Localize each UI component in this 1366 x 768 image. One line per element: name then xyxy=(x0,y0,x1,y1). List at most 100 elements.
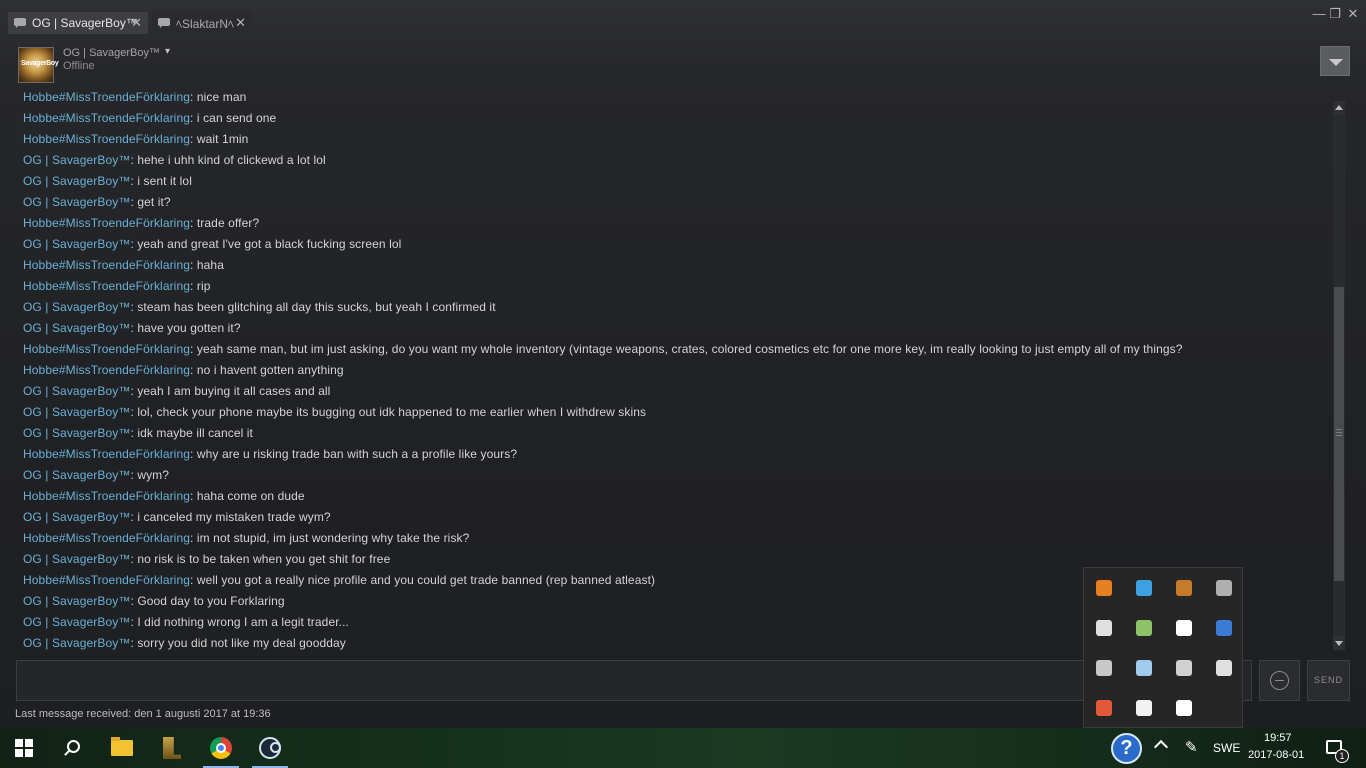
message-sender[interactable]: OG | SavagerBoy™ xyxy=(23,426,130,440)
message-sender[interactable]: OG | SavagerBoy™ xyxy=(23,237,130,251)
message-text: wait 1min xyxy=(196,132,249,146)
chat-message: Hobbe#MissTroendeFörklaring: haha xyxy=(23,255,224,276)
sender-separator: : xyxy=(190,531,197,545)
volume-icon-glyph xyxy=(1176,620,1192,636)
emoticon-button[interactable] xyxy=(1259,660,1300,701)
chrome-taskbar-button[interactable] xyxy=(197,728,245,768)
windows-ink-pen-icon[interactable]: ✎ xyxy=(1185,740,1198,756)
start-button[interactable] xyxy=(0,728,48,768)
steam-tray-icon[interactable] xyxy=(1124,648,1164,688)
chat-scrollbar[interactable] xyxy=(1333,101,1345,650)
message-text: no i havent gotten anything xyxy=(196,363,344,377)
message-text: haha xyxy=(196,258,224,272)
message-input[interactable] xyxy=(16,660,1252,701)
battery-icon[interactable] xyxy=(1084,608,1124,648)
message-sender[interactable]: OG | SavagerBoy™ xyxy=(23,636,130,650)
clock-date[interactable]: 2017-08-01 xyxy=(1248,749,1304,761)
message-sender[interactable]: Hobbe#MissTroendeFörklaring xyxy=(23,132,190,146)
message-sender[interactable]: OG | SavagerBoy™ xyxy=(23,321,130,335)
bluetooth-icon[interactable] xyxy=(1204,608,1244,648)
message-sender[interactable]: OG | SavagerBoy™ xyxy=(23,552,130,566)
message-sender[interactable]: Hobbe#MissTroendeFörklaring xyxy=(23,531,190,545)
chat-message: OG | SavagerBoy™: steam has been glitchi… xyxy=(23,297,496,318)
windows-logo-icon xyxy=(15,739,33,757)
sender-separator: : xyxy=(190,90,197,104)
chat-message: Hobbe#MissTroendeFörklaring: i can send … xyxy=(23,108,276,129)
chat-options-dropdown-button[interactable] xyxy=(1320,46,1350,76)
send-button[interactable]: SEND xyxy=(1307,660,1350,701)
close-tab-icon[interactable]: ✕ xyxy=(131,15,142,31)
message-text: trade offer? xyxy=(196,216,260,230)
message-sender[interactable]: Hobbe#MissTroendeFörklaring xyxy=(23,342,190,356)
show-hidden-icons-chevron-icon[interactable] xyxy=(1153,739,1169,755)
input-language[interactable]: SWE xyxy=(1213,741,1240,755)
wifi-icon[interactable] xyxy=(1204,648,1244,688)
message-text: I did nothing wrong I am a legit trader.… xyxy=(137,615,349,629)
chevron-down-icon[interactable]: ▾ xyxy=(165,46,170,57)
defender-icon[interactable] xyxy=(1124,688,1164,728)
message-sender[interactable]: Hobbe#MissTroendeFörklaring xyxy=(23,258,190,272)
chrome-tray-icon-glyph xyxy=(1096,700,1112,716)
onedrive-icon-glyph xyxy=(1096,660,1112,676)
message-sender[interactable]: OG | SavagerBoy™ xyxy=(23,195,130,209)
message-sender[interactable]: OG | SavagerBoy™ xyxy=(23,405,130,419)
message-sender[interactable]: OG | SavagerBoy™ xyxy=(23,468,130,482)
steam-tray-icon-glyph xyxy=(1136,660,1152,676)
sender-separator: : xyxy=(190,216,197,230)
clock-time[interactable]: 19:57 xyxy=(1264,732,1292,744)
message-sender[interactable]: Hobbe#MissTroendeFörklaring xyxy=(23,111,190,125)
message-text: nice man xyxy=(196,90,247,104)
java-update-icon[interactable] xyxy=(1084,568,1124,608)
scroll-thumb[interactable] xyxy=(1334,287,1344,581)
tab-slaktarn[interactable]: ﾍSlaktarNﾍ ✕ xyxy=(152,12,252,34)
message-sender[interactable]: OG | SavagerBoy™ xyxy=(23,594,130,608)
sender-separator: : xyxy=(190,489,197,503)
sender-separator: : xyxy=(190,363,197,377)
message-text: i can send one xyxy=(196,111,277,125)
avatar-logo-text: SavagerBoy xyxy=(21,60,59,67)
message-sender[interactable]: Hobbe#MissTroendeFörklaring xyxy=(23,216,190,230)
message-sender[interactable]: Hobbe#MissTroendeFörklaring xyxy=(23,90,190,104)
drive-orb-icon[interactable] xyxy=(1164,568,1204,608)
friend-name[interactable]: OG | SavagerBoy™ xyxy=(63,47,160,59)
message-text: im not stupid, im just wondering why tak… xyxy=(196,531,470,545)
volume-icon[interactable] xyxy=(1164,608,1204,648)
message-sender[interactable]: Hobbe#MissTroendeFörklaring xyxy=(23,573,190,587)
chrome-tray-icon[interactable] xyxy=(1084,688,1124,728)
tab-savagerboy[interactable]: OG | SavagerBoy™ ✕ xyxy=(8,12,148,34)
message-sender[interactable]: OG | SavagerBoy™ xyxy=(23,615,130,629)
chat-message: Hobbe#MissTroendeFörklaring: well you go… xyxy=(23,570,655,591)
message-sender[interactable]: Hobbe#MissTroendeFörklaring xyxy=(23,489,190,503)
steam-taskbar-button[interactable] xyxy=(246,728,294,768)
message-sender[interactable]: OG | SavagerBoy™ xyxy=(23,384,130,398)
message-sender[interactable]: Hobbe#MissTroendeFörklaring xyxy=(23,447,190,461)
message-sender[interactable]: Hobbe#MissTroendeFörklaring xyxy=(23,363,190,377)
help-icon[interactable]: ? xyxy=(1111,733,1142,764)
display-icon[interactable] xyxy=(1204,568,1244,608)
message-sender[interactable]: OG | SavagerBoy™ xyxy=(23,174,130,188)
file-explorer-button[interactable] xyxy=(98,728,146,768)
network-check-icon[interactable] xyxy=(1124,608,1164,648)
chat-message: Hobbe#MissTroendeFörklaring: haha come o… xyxy=(23,486,305,507)
sender-separator: : xyxy=(190,342,197,356)
avatar[interactable]: SavagerBoy xyxy=(18,47,59,83)
restore-button[interactable]: ❐ xyxy=(1326,6,1344,22)
message-sender[interactable]: OG | SavagerBoy™ xyxy=(23,510,130,524)
scroll-down-button[interactable] xyxy=(1333,636,1345,650)
onedrive-icon[interactable] xyxy=(1084,648,1124,688)
league-client-button[interactable] xyxy=(148,728,196,768)
sender-separator: : xyxy=(190,573,197,587)
share-icon[interactable] xyxy=(1164,648,1204,688)
shield-check-icon[interactable] xyxy=(1124,568,1164,608)
discord-icon[interactable] xyxy=(1164,688,1204,728)
message-text: wym? xyxy=(137,468,170,482)
close-window-button[interactable]: ✕ xyxy=(1344,6,1362,22)
search-button[interactable] xyxy=(48,728,96,768)
scroll-up-button[interactable] xyxy=(1333,101,1345,115)
close-tab-icon[interactable]: ✕ xyxy=(235,15,246,31)
message-sender[interactable]: Hobbe#MissTroendeFörklaring xyxy=(23,279,190,293)
message-sender[interactable]: OG | SavagerBoy™ xyxy=(23,300,130,314)
message-sender[interactable]: OG | SavagerBoy™ xyxy=(23,153,130,167)
message-text: why are u risking trade ban with such a … xyxy=(196,447,518,461)
tab-label: OG | SavagerBoy™ xyxy=(32,16,138,30)
